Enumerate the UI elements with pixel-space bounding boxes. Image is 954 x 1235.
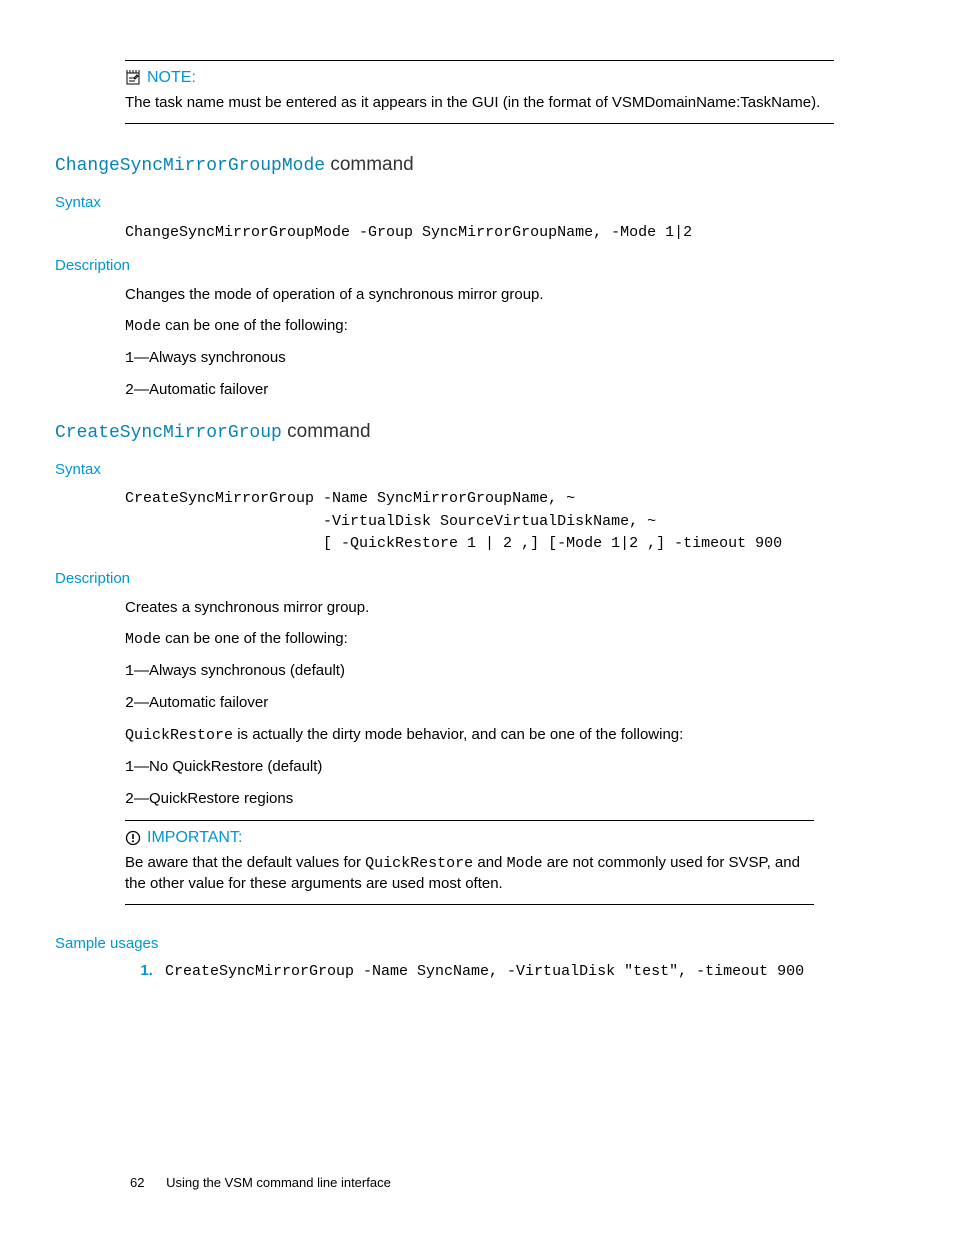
mode-2: 2—Automatic failover xyxy=(125,379,834,401)
sample-list: CreateSyncMirrorGroup -Name SyncName, -V… xyxy=(145,962,834,980)
note-label: NOTE: xyxy=(147,69,196,87)
mode-tail-2: can be one of the following: xyxy=(161,630,348,647)
c2m1-tail: —Always synchronous (default) xyxy=(134,662,345,679)
page-footer: 62 Using the VSM command line interface xyxy=(130,1175,391,1190)
mode-tail: can be one of the following: xyxy=(161,317,348,334)
desc-line: Changes the mode of operation of a synch… xyxy=(125,284,834,305)
sample-label: Sample usages xyxy=(55,935,884,952)
heading-tail-2: command xyxy=(282,421,371,442)
important-header: IMPORTANT: xyxy=(125,829,814,847)
important-label: IMPORTANT: xyxy=(147,829,242,847)
heading-changesync: ChangeSyncMirrorGroupMode command xyxy=(55,154,884,176)
q1-code: 1 xyxy=(125,759,134,776)
description-label: Description xyxy=(55,257,884,274)
imp-mid: and xyxy=(473,854,506,871)
syntax-prefix: ChangeSyncMirrorGroupMode xyxy=(125,224,350,241)
imp-pre: Be aware that the default values for xyxy=(125,854,365,871)
mode-line-2: Mode can be one of the following: xyxy=(125,628,834,650)
qr-code: QuickRestore xyxy=(125,727,233,744)
desc-line-2: Creates a synchronous mirror group. xyxy=(125,597,834,618)
heading-createsync: CreateSyncMirrorGroup command xyxy=(55,421,884,443)
mode-line: Mode can be one of the following: xyxy=(125,315,834,337)
m2-code: 2 xyxy=(125,382,134,399)
syntax-block: CreateSyncMirrorGroup -Name SyncMirrorGr… xyxy=(125,488,834,556)
sample-code-1: CreateSyncMirrorGroup -Name SyncName, -V… xyxy=(165,963,804,980)
qr-line: QuickRestore is actually the dirty mode … xyxy=(125,724,834,746)
imp-mode: Mode xyxy=(507,855,543,872)
qr-tail: is actually the dirty mode behavior, and… xyxy=(233,726,683,743)
imp-qr: QuickRestore xyxy=(365,855,473,872)
note-icon xyxy=(125,70,141,86)
important-icon xyxy=(125,830,141,846)
c2m2-tail: —Automatic failover xyxy=(134,694,268,711)
heading-code: ChangeSyncMirrorGroupMode xyxy=(55,156,325,176)
mode2-1: 1—Always synchronous (default) xyxy=(125,660,834,682)
mode-code: Mode xyxy=(125,318,161,335)
m1-tail: —Always synchronous xyxy=(134,349,286,366)
qr-1: 1—No QuickRestore (default) xyxy=(125,756,834,778)
important-box: IMPORTANT: Be aware that the default val… xyxy=(125,820,814,906)
q2-code: 2 xyxy=(125,791,134,808)
c2m2-code: 2 xyxy=(125,695,134,712)
syntax-line: ChangeSyncMirrorGroupMode -Group SyncMir… xyxy=(125,221,834,243)
mode-code-2: Mode xyxy=(125,631,161,648)
heading-code-2: CreateSyncMirrorGroup xyxy=(55,423,282,443)
m2-tail: —Automatic failover xyxy=(134,381,268,398)
description-label-2: Description xyxy=(55,570,884,587)
mode-1: 1—Always synchronous xyxy=(125,347,834,369)
page-number: 62 xyxy=(130,1175,144,1190)
q1-tail: —No QuickRestore (default) xyxy=(134,758,322,775)
syntax-tail: -Group SyncMirrorGroupName, -Mode 1|2 xyxy=(350,224,692,241)
syntax-label-2: Syntax xyxy=(55,461,884,478)
c2m1-code: 1 xyxy=(125,663,134,680)
mode2-2: 2—Automatic failover xyxy=(125,692,834,714)
m1-code: 1 xyxy=(125,350,134,367)
important-body: Be aware that the default values for Qui… xyxy=(125,853,814,895)
q2-tail: —QuickRestore regions xyxy=(134,790,293,807)
note-box: NOTE: The task name must be entered as i… xyxy=(125,60,834,124)
note-header: NOTE: xyxy=(125,69,834,87)
heading-tail: command xyxy=(325,154,414,175)
syntax-label: Syntax xyxy=(55,194,884,211)
qr-2: 2—QuickRestore regions xyxy=(125,788,834,810)
note-body: The task name must be entered as it appe… xyxy=(125,93,834,113)
footer-title: Using the VSM command line interface xyxy=(166,1175,391,1190)
sample-item-1: CreateSyncMirrorGroup -Name SyncName, -V… xyxy=(157,962,834,980)
